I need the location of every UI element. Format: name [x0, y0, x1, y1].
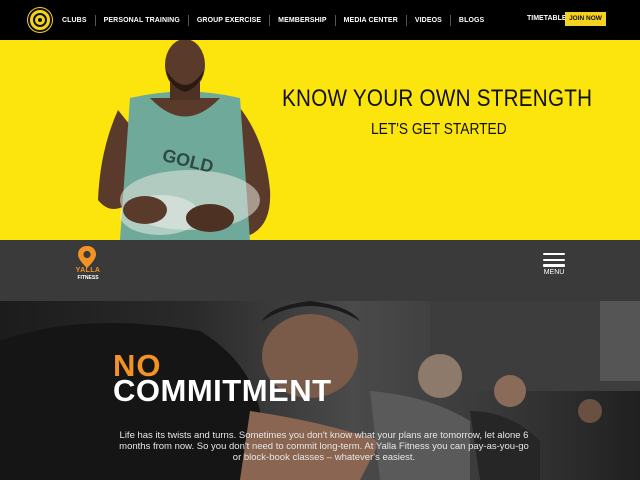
nav-item-videos[interactable]: VIDEOS [405, 14, 450, 26]
yalla-header: YALLA FITNESS MENU [0, 240, 640, 301]
hero-banner: GOLD KNOW YOUR OWN STRENGTH LET'S GET ST… [0, 40, 640, 240]
nav-item-membership[interactable]: MEMBERSHIP [269, 14, 334, 26]
join-now-button[interactable]: JOIN NOW [565, 12, 606, 26]
nav-item-media-center[interactable]: MEDIA CENTER [334, 14, 406, 26]
nav-item-personal-training[interactable]: PERSONAL TRAINING [94, 14, 188, 26]
yalla-brand-sub: FITNESS [77, 275, 99, 281]
headline-commitment: COMMITMENT [113, 373, 332, 408]
nav-item-group-exercise[interactable]: GROUP EXERCISE [187, 14, 269, 26]
yalla-brand: YALLA [75, 267, 101, 274]
menu-label[interactable]: MENU [540, 269, 568, 276]
nav-item-blogs[interactable]: BLOGS [449, 14, 492, 26]
menu-line [543, 258, 565, 261]
logo-dot [38, 18, 42, 22]
nav-item-clubs[interactable]: CLUBS [56, 15, 95, 26]
feature-section: NO COMMITMENT Life has its twists and tu… [0, 301, 640, 480]
menu-line [543, 264, 565, 267]
athlete-image: GOLD [98, 40, 271, 240]
hamburger-menu-icon[interactable] [543, 253, 565, 267]
nav-links: CLUBS PERSONAL TRAINING GROUP EXERCISE M… [56, 0, 492, 40]
timetable-link[interactable]: TIMETABLE [527, 15, 567, 22]
hero-subtitle: LET'S GET STARTED [371, 121, 507, 138]
menu-line [543, 253, 565, 256]
hero-title: KNOW YOUR OWN STRENGTH [282, 85, 593, 112]
top-nav: CLUBS PERSONAL TRAINING GROUP EXERCISE M… [0, 0, 640, 40]
feature-body-text: Life has its twists and turns. Sometimes… [119, 430, 529, 463]
golds-gym-logo-icon[interactable] [28, 8, 52, 32]
location-pin-icon[interactable] [78, 246, 96, 268]
